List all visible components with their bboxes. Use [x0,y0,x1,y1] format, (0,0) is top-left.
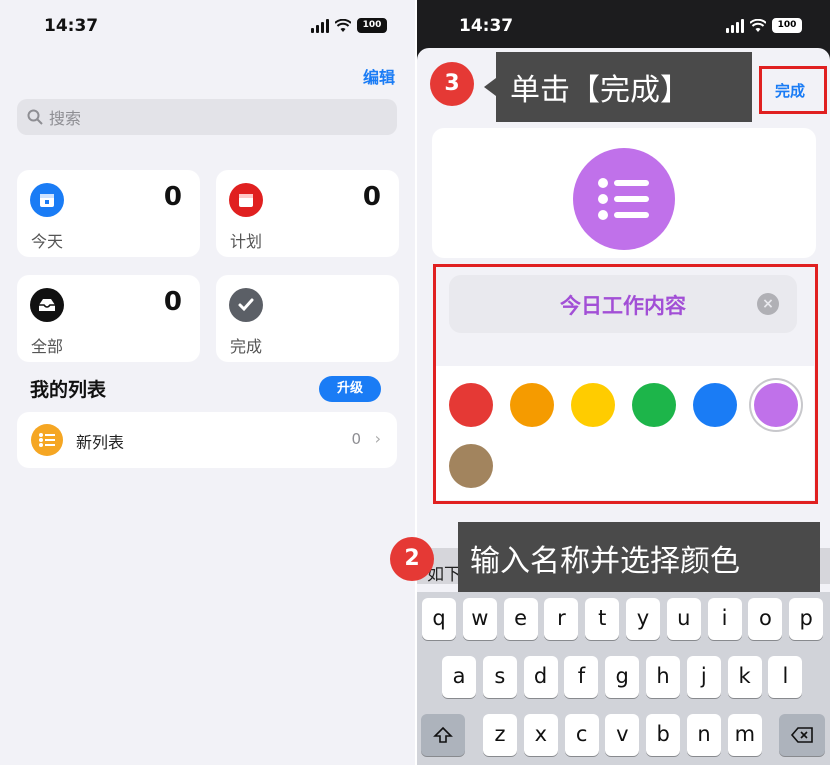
list-count: 0 [351,430,361,448]
key-v[interactable]: v [605,714,640,756]
status-bar: 14:37 100 [417,16,830,40]
edit-button[interactable]: 编辑 [363,64,395,88]
key-a[interactable]: a [442,656,476,698]
key-d[interactable]: d [523,656,558,698]
reminders-home-screen: 14:37 100 编辑 搜索 0 今天 0 计划 0 全部 完成 我的列表 升… [0,0,415,765]
shift-key[interactable] [421,714,465,756]
list-name: 新列表 [76,433,125,452]
today-count: 0 [163,182,182,212]
upgrade-button[interactable]: 升级 [319,376,381,402]
search-icon [27,109,43,125]
battery-icon: 100 [772,18,802,33]
highlight-box-name-color [433,264,818,504]
key-t[interactable]: t [585,598,620,640]
key-u[interactable]: u [666,598,701,640]
smart-list-scheduled[interactable]: 0 计划 [216,170,399,257]
key-o[interactable]: o [748,598,783,640]
highlight-box-done [759,66,827,114]
wifi-icon [335,18,351,32]
key-g[interactable]: g [605,656,640,698]
callout-step-3: 单击【完成】 [484,52,752,122]
callout-step-2: 输入名称并选择颜色 [458,522,820,594]
cellular-signal-icon [726,18,744,33]
key-b[interactable]: b [646,714,681,756]
scheduled-count: 0 [362,182,381,212]
my-lists-heading: 我的列表 [30,379,107,401]
key-c[interactable]: c [564,714,599,756]
checkmark-icon [229,288,263,322]
key-s[interactable]: s [482,656,517,698]
all-label: 全部 [31,337,64,356]
list-bullets-icon [31,424,63,456]
key-w[interactable]: w [462,598,497,640]
key-x[interactable]: x [523,714,558,756]
key-e[interactable]: e [503,598,538,640]
tray-icon [30,288,64,322]
key-p[interactable]: p [789,598,824,640]
smart-list-all[interactable]: 0 全部 [17,275,200,362]
step-badge-2: 2 [390,537,434,581]
callout-step-2-text: 输入名称并选择颜色 [470,544,740,579]
battery-icon: 100 [357,18,387,33]
chevron-right-icon: › [374,429,381,448]
calendar-scheduled-icon [229,183,263,217]
status-bar: 14:37 100 [0,16,415,40]
key-y[interactable]: y [626,598,660,640]
key-i[interactable]: i [707,598,742,640]
key-h[interactable]: h [646,656,680,698]
smart-list-today[interactable]: 0 今天 [17,170,200,257]
search-input[interactable]: 搜索 [17,99,397,135]
calendar-today-icon [30,183,64,217]
cellular-signal-icon [311,18,329,33]
status-time: 14:37 [459,16,514,36]
callout-step-3-text: 单击【完成】 [510,73,690,108]
wifi-icon [750,18,766,32]
all-count: 0 [163,287,182,317]
key-f[interactable]: f [564,656,599,698]
smart-list-completed[interactable]: 完成 [216,275,399,362]
list-item[interactable]: 新列表 0 › [17,412,397,468]
key-m[interactable]: m [727,714,762,756]
search-placeholder: 搜索 [49,109,82,128]
key-q[interactable]: q [422,598,456,640]
step-badge-3: 3 [430,62,474,106]
scheduled-label: 计划 [230,232,263,251]
list-bullets-icon [573,148,675,250]
key-n[interactable]: n [687,714,721,756]
key-k[interactable]: k [727,656,762,698]
key-r[interactable]: r [544,598,579,640]
key-j[interactable]: j [686,656,721,698]
key-l[interactable]: l [768,656,803,698]
today-label: 今天 [31,232,64,251]
status-time: 14:37 [44,16,99,36]
completed-label: 完成 [230,337,263,356]
keyboard: qwertyuiop asdfghjkl zxcvbnm [417,592,830,765]
backspace-key[interactable] [779,714,825,756]
key-z[interactable]: z [483,714,517,756]
